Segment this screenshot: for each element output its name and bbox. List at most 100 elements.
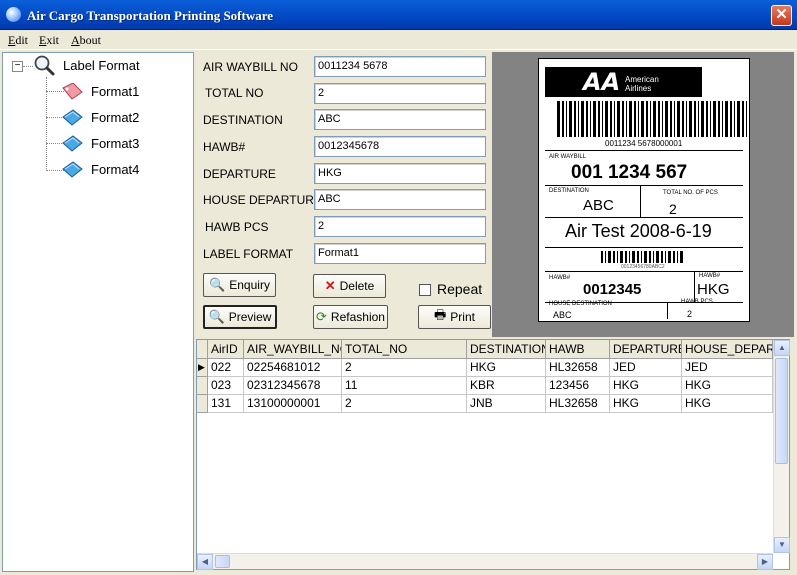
label-preview-area: AA American Airlines 0011234 5678000001 A… [492, 52, 794, 337]
magnifier-icon: 🔍 [209, 277, 226, 292]
cell-hawb[interactable]: 123456 [546, 377, 610, 395]
cell-air-waybill-no[interactable]: 02254681012 [244, 359, 342, 377]
airwaybill-value: 001 1234 567 [571, 162, 688, 183]
house-destination-value: ABC [553, 310, 572, 320]
cell-airid[interactable]: 022 [208, 359, 244, 377]
preview-button[interactable]: 🔍 Preview [203, 305, 277, 329]
tree-item-format1[interactable]: Format1 [91, 84, 139, 99]
menu-bar: Edit Exit About [0, 30, 797, 50]
field-label-hawb: HAWB# [203, 140, 246, 154]
magnifier-icon [34, 55, 55, 76]
barcode-text: 0011234 5678000001 [605, 139, 683, 148]
cell-departure[interactable]: JED [610, 359, 682, 377]
cell-airid[interactable]: 131 [208, 395, 244, 413]
blue-tag-icon [62, 135, 83, 152]
label-format-input[interactable]: Format1 [314, 243, 486, 264]
waybill-data-grid[interactable]: AirID AIR_WAYBILL_NO TOTAL_NO DESTINATIO… [196, 339, 790, 570]
row-header[interactable] [197, 395, 208, 413]
label-format-tree[interactable]: − Label Format Format1 Format2 Format3 F… [2, 52, 194, 572]
close-button[interactable]: ✕ [771, 5, 792, 26]
pink-tag-icon [62, 83, 83, 100]
scroll-left-arrow-icon[interactable]: ◀ [197, 554, 213, 570]
destination-input[interactable]: ABC [314, 109, 486, 130]
row-header[interactable] [197, 377, 208, 395]
print-button[interactable]: 🖶 Print [418, 305, 491, 329]
tree-collapse-toggle[interactable]: − [12, 61, 23, 72]
hawb-pcs-caption: HAWB PCS [681, 299, 713, 305]
destination-value: ABC [583, 197, 614, 214]
cell-total-no[interactable]: 11 [342, 377, 467, 395]
house-departure-input[interactable]: ABC [314, 189, 486, 210]
tree-item-format3[interactable]: Format3 [91, 136, 139, 151]
tree-item-format2[interactable]: Format2 [91, 110, 139, 125]
cell-destination[interactable]: KBR [467, 377, 546, 395]
airwaybill-caption: AIR WAYBILL [549, 154, 587, 160]
scroll-right-arrow-icon[interactable]: ▶ [757, 554, 773, 570]
cell-destination[interactable]: HKG [467, 359, 546, 377]
hawb-pcs-input[interactable]: 2 [314, 216, 486, 237]
air-test-line: Air Test 2008-6-19 [565, 221, 712, 241]
cell-air-waybill-no[interactable]: 02312345678 [244, 377, 342, 395]
menu-edit[interactable]: Edit [8, 33, 28, 48]
hawb-input[interactable]: 0012345678 [314, 136, 486, 157]
cell-departure[interactable]: HKG [610, 395, 682, 413]
cargo-label-preview: AA American Airlines 0011234 5678000001 A… [538, 58, 750, 322]
refashion-button[interactable]: ⟳ Refashion [313, 305, 388, 329]
cell-hawb[interactable]: HL32658 [546, 395, 610, 413]
cell-house-departure[interactable]: HKG [682, 377, 773, 395]
hawb-value: 0012345 [583, 281, 642, 298]
cell-air-waybill-no[interactable]: 13100000001 [244, 395, 342, 413]
waybill-form: AIR WAYBILL NO 0011234 5678 TOTAL NO 2 D… [196, 52, 491, 337]
total-no-input[interactable]: 2 [314, 83, 486, 104]
tree-item-format4[interactable]: Format4 [91, 162, 139, 177]
scroll-down-arrow-icon[interactable]: ▼ [774, 537, 790, 553]
air-waybill-no-input[interactable]: 0011234 5678 [314, 56, 486, 77]
repeat-checkbox[interactable] [419, 284, 431, 296]
american-airlines-logo: AA American Airlines [545, 67, 702, 97]
small-barcode-text: 00123456780ABC2 [621, 264, 665, 270]
column-header-departure[interactable]: DEPARTURE [610, 340, 682, 359]
delete-x-icon: ✕ [324, 278, 336, 293]
destination-caption: DESTINATION [549, 188, 589, 194]
column-header-total-no[interactable]: TOTAL_NO [342, 340, 467, 359]
row-header[interactable]: ▶ [197, 359, 208, 377]
repeat-label: Repeat [437, 281, 483, 297]
column-header-airid[interactable]: AirID [208, 340, 244, 359]
menu-about[interactable]: About [71, 33, 101, 48]
vertical-scroll-thumb[interactable] [775, 358, 788, 464]
refresh-icon: ⟳ [316, 309, 327, 324]
enquiry-button[interactable]: 🔍 Enquiry [203, 273, 276, 297]
column-header-destination[interactable]: DESTINATION [467, 340, 546, 359]
tree-root-label[interactable]: Label Format [63, 58, 140, 73]
printer-icon: 🖶 [434, 307, 447, 322]
field-label-house-departure: HOUSE DEPARTURE [203, 193, 322, 207]
current-row-arrow-icon: ▶ [198, 362, 205, 372]
cell-destination[interactable]: JNB [467, 395, 546, 413]
scroll-up-arrow-icon[interactable]: ▲ [774, 340, 790, 356]
total-pcs-value: 2 [669, 201, 677, 217]
cell-departure[interactable]: HKG [610, 377, 682, 395]
column-header-hawb[interactable]: HAWB [546, 340, 610, 359]
title-bar: Air Cargo Transportation Printing Softwa… [0, 0, 797, 30]
departure-input[interactable]: HKG [314, 163, 486, 184]
delete-button[interactable]: ✕ Delete [313, 274, 386, 298]
cell-total-no[interactable]: 2 [342, 359, 467, 377]
horizontal-scroll-thumb[interactable] [215, 555, 230, 568]
cell-house-departure[interactable]: JED [682, 359, 773, 377]
grid-horizontal-scrollbar[interactable]: ◀ ▶ [197, 553, 773, 570]
house-destination-caption: HOUSE DESTINATION [549, 301, 612, 307]
window-title: Air Cargo Transportation Printing Softwa… [27, 8, 274, 23]
cell-airid[interactable]: 023 [208, 377, 244, 395]
column-header-house-departure[interactable]: HOUSE_DEPART [682, 340, 773, 359]
grid-corner [197, 340, 208, 359]
cell-house-departure[interactable]: HKG [682, 395, 773, 413]
cell-total-no[interactable]: 2 [342, 395, 467, 413]
field-label-destination: DESTINATION [203, 113, 283, 127]
field-label-total-no: TOTAL NO [205, 86, 264, 100]
hawb-dest-caption: HAWB# [699, 273, 721, 279]
field-label-departure: DEPARTURE [203, 167, 276, 181]
menu-exit[interactable]: Exit [39, 33, 59, 48]
column-header-air-waybill-no[interactable]: AIR_WAYBILL_NO [244, 340, 342, 359]
grid-vertical-scrollbar[interactable]: ▲ ▼ [773, 340, 790, 553]
cell-hawb[interactable]: HL32658 [546, 359, 610, 377]
